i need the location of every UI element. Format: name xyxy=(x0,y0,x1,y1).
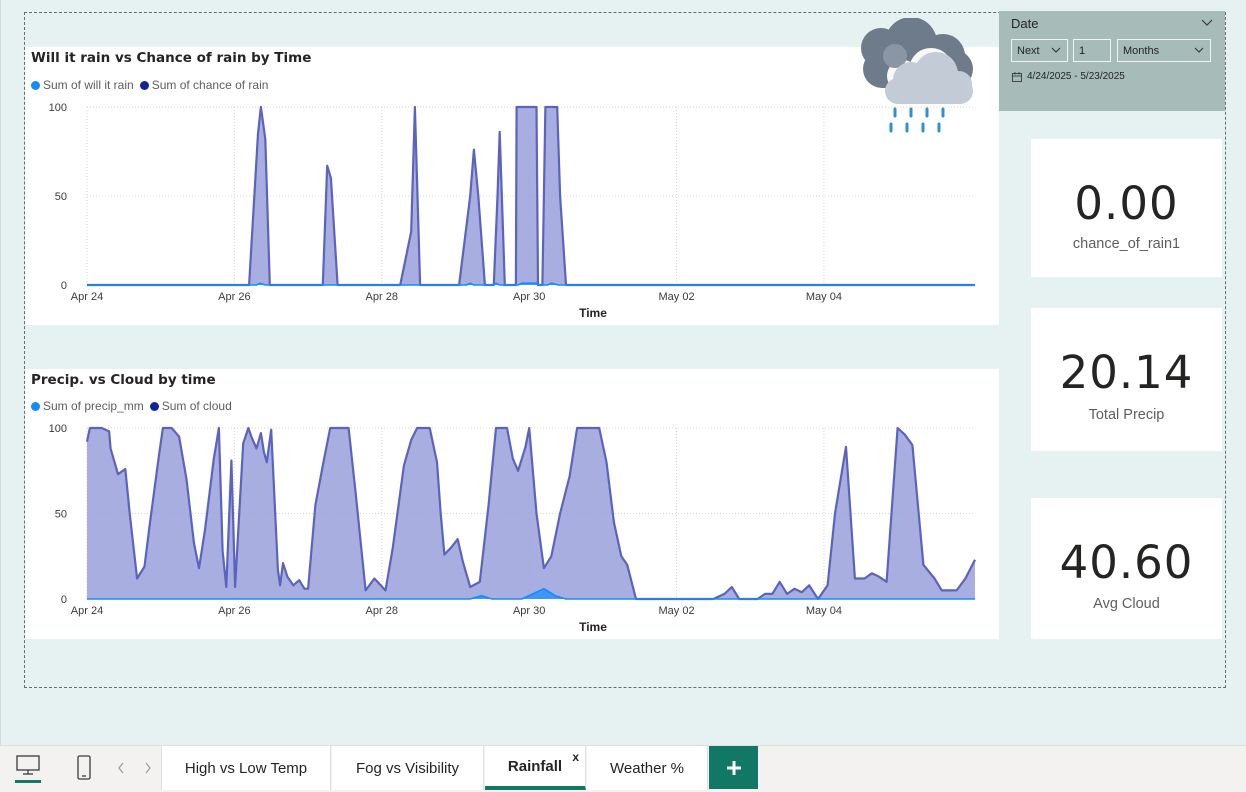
date-range-display: 4/24/2025 - 5/23/2025 xyxy=(1012,71,1125,82)
card-value: 0.00 xyxy=(1074,177,1179,230)
card-label: Total Precip xyxy=(1088,407,1165,423)
desktop-view-icon xyxy=(15,755,41,783)
prev-page-icon xyxy=(118,762,124,774)
precip-xtick-label: May 02 xyxy=(659,605,695,617)
chevron-down-icon xyxy=(1194,47,1204,53)
chevron-down-icon[interactable] xyxy=(1201,17,1213,27)
precip-xtick-label: May 04 xyxy=(806,605,842,617)
card-value: 40.60 xyxy=(1059,536,1194,589)
date-slicer[interactable]: Date Next 1 Months 4/24/2025 - 5/23/2025 xyxy=(999,11,1225,111)
rain-ytick-label: 100 xyxy=(49,102,67,114)
page-tab-bar: High vs Low Temp Fog vs Visibility Rainf… xyxy=(0,745,1246,792)
mobile-view-button[interactable] xyxy=(64,746,104,790)
slicer-title: Date xyxy=(1011,16,1039,31)
card-label: chance_of_rain1 xyxy=(1072,236,1181,252)
card-total-precip[interactable]: 20.14 Total Precip xyxy=(1031,308,1222,451)
tab-label: High vs Low Temp xyxy=(184,759,308,777)
close-tab-icon[interactable]: x xyxy=(572,750,579,764)
rain-ytick-label: 0 xyxy=(61,280,67,292)
precip-xtick-label: Apr 26 xyxy=(218,605,250,617)
rain-xaxis-title: Time xyxy=(579,306,607,320)
next-page-button[interactable] xyxy=(139,746,157,790)
mobile-view-icon xyxy=(77,755,91,780)
rain-xtick-label: Apr 24 xyxy=(71,291,103,303)
period-count-value: 1 xyxy=(1079,45,1086,57)
desktop-view-button[interactable] xyxy=(8,746,48,790)
precip-ytick-label: 100 xyxy=(49,423,67,435)
next-page-icon xyxy=(145,762,151,774)
rain-xtick-label: Apr 28 xyxy=(366,291,398,303)
precip-ytick-label: 50 xyxy=(55,509,67,521)
precip-cloud-chart-visual[interactable]: Precip. vs Cloud by time Sum of precip_m… xyxy=(25,369,999,639)
tab-label: Weather % xyxy=(610,759,684,777)
card-value: 20.14 xyxy=(1059,346,1194,399)
rain-series-area-0 xyxy=(87,107,975,285)
tab-rainfall[interactable]: Rainfall x xyxy=(485,746,586,790)
period-unit-value: Months xyxy=(1123,45,1160,57)
card-chance-of-rain[interactable]: 0.00 chance_of_rain1 xyxy=(1031,139,1222,277)
rain-xtick-label: May 02 xyxy=(659,291,695,303)
rain-xtick-label: May 04 xyxy=(806,291,842,303)
rain-ytick-label: 50 xyxy=(55,191,67,203)
rain-xtick-label: Apr 30 xyxy=(513,291,545,303)
period-unit-dropdown[interactable]: Months xyxy=(1117,39,1211,62)
date-range-text: 4/24/2025 - 5/23/2025 xyxy=(1027,71,1125,82)
tab-label: Fog vs Visibility xyxy=(355,759,460,777)
add-page-button[interactable] xyxy=(709,746,758,789)
rain-xtick-label: Apr 26 xyxy=(218,291,250,303)
precip-chart-plot: 100 50 0 Apr 24 Apr 26 Apr 28 Apr 30 May 02 May … xyxy=(49,423,976,634)
prev-page-button[interactable] xyxy=(112,746,130,790)
precip-xtick-label: Apr 28 xyxy=(366,605,398,617)
precip-ytick-label: 0 xyxy=(61,594,67,606)
precip-xtick-label: Apr 30 xyxy=(513,605,545,617)
rain-cloud-icon xyxy=(861,18,973,133)
chevron-down-icon xyxy=(1051,47,1061,53)
add-page-icon xyxy=(726,760,741,775)
precip-xtick-label: Apr 24 xyxy=(71,605,103,617)
tab-label: Rainfall xyxy=(507,757,563,775)
period-count-input[interactable]: 1 xyxy=(1073,39,1111,62)
calendar-icon xyxy=(1012,71,1022,82)
relative-period-dropdown[interactable]: Next xyxy=(1011,39,1068,62)
tab-weather-percent[interactable]: Weather % xyxy=(587,746,708,790)
card-label: Avg Cloud xyxy=(1093,596,1160,612)
precip-xaxis-title: Time xyxy=(579,620,607,634)
card-avg-cloud[interactable]: 40.60 Avg Cloud xyxy=(1031,498,1222,639)
relative-period-value: Next xyxy=(1017,45,1040,57)
tab-fog-vs-visibility[interactable]: Fog vs Visibility xyxy=(332,746,484,790)
tab-high-vs-low-temp[interactable]: High vs Low Temp xyxy=(161,746,331,790)
report-canvas: Will it rain vs Chance of rain by Time S… xyxy=(0,0,1246,745)
